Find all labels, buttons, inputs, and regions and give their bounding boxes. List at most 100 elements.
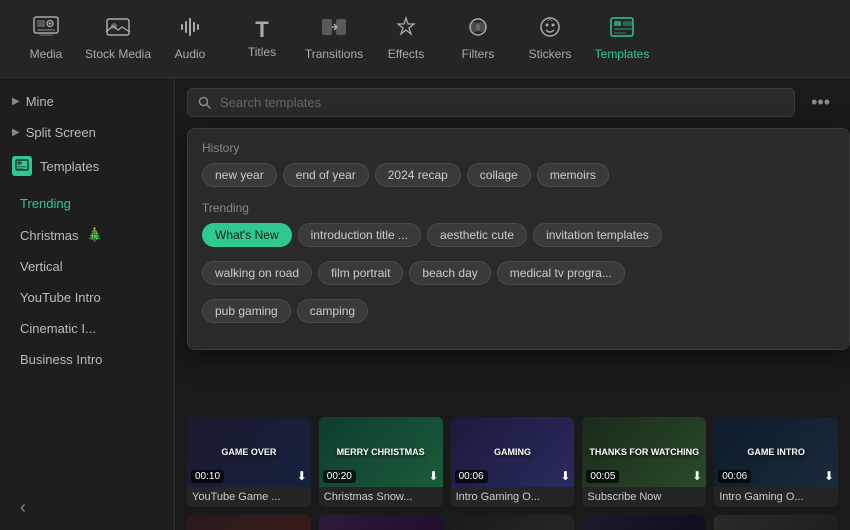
- tag-introduction[interactable]: introduction title ...: [298, 223, 421, 247]
- trending-tags-row-2: walking on road film portrait beach day …: [202, 261, 835, 285]
- tag-invitation-templates[interactable]: invitation templates: [533, 223, 662, 247]
- nav-effects-label: Effects: [388, 47, 424, 61]
- tag-aesthetic-cute[interactable]: aesthetic cute: [427, 223, 527, 247]
- nav-stickers[interactable]: Stickers: [514, 3, 586, 75]
- search-bar: [187, 88, 795, 117]
- split-screen-chevron-icon: ▶: [12, 127, 20, 138]
- stickers-icon: [538, 16, 562, 43]
- download-icon[interactable]: ⬇: [429, 469, 439, 483]
- effects-icon: [394, 16, 418, 43]
- tag-film-portrait[interactable]: film portrait: [318, 261, 403, 285]
- more-options-button[interactable]: •••: [803, 88, 838, 117]
- nav-media[interactable]: Media: [10, 3, 82, 75]
- collapse-sidebar-button[interactable]: ‹: [12, 493, 34, 522]
- nav-titles[interactable]: T Titles: [226, 3, 298, 75]
- nav-effects[interactable]: Effects: [370, 3, 442, 75]
- grid-item-10[interactable]: 00:05 ⬇ Modern Logo R...: [714, 515, 838, 530]
- nav-stock-media[interactable]: Stock Media: [82, 3, 154, 75]
- templates-icon: [609, 16, 635, 43]
- nav-audio[interactable]: Audio: [154, 3, 226, 75]
- audio-icon: [179, 16, 201, 43]
- templates-sidebar-icon: [12, 156, 32, 176]
- thumb-text: MERRY CHRISTMAS: [325, 447, 436, 457]
- tag-new-year[interactable]: new year: [202, 163, 277, 187]
- search-icon: [198, 96, 212, 110]
- content-area: ••• History new year end of year 2024 re…: [175, 78, 850, 530]
- vertical-label: Vertical: [20, 259, 63, 274]
- nav-media-label: Media: [30, 47, 63, 61]
- thumb-duration: 00:20: [323, 470, 356, 483]
- grid-item-5[interactable]: GAME INTRO 00:06 ⬇ Intro Gaming O...: [714, 417, 838, 507]
- nav-stickers-label: Stickers: [529, 47, 572, 61]
- thumb-text: THANKS FOR WATCHING: [589, 447, 700, 457]
- download-icon[interactable]: ⬇: [560, 469, 570, 483]
- sidebar-templates-header[interactable]: Templates: [0, 148, 174, 184]
- sidebar-mine-label: Mine: [26, 94, 54, 109]
- download-icon[interactable]: ⬇: [824, 469, 834, 483]
- titles-icon: T: [255, 19, 268, 41]
- grid-item-1[interactable]: GAME OVER 00:10 ⬇ YouTube Game ...: [187, 417, 311, 507]
- sidebar-item-vertical[interactable]: Vertical: [0, 251, 174, 282]
- grid-item-4[interactable]: THANKS FOR WATCHING 00:05 ⬇ Subscribe No…: [582, 417, 706, 507]
- grid-item-3[interactable]: GAMING 00:06 ⬇ Intro Gaming O...: [451, 417, 575, 507]
- sidebar-item-cinematic[interactable]: Cinematic I...: [0, 313, 174, 344]
- christmas-label: Christmas: [20, 228, 79, 243]
- history-tags-row: new year end of year 2024 recap collage …: [202, 163, 835, 187]
- thumb-duration: 00:06: [718, 470, 751, 483]
- thumb-text: GAMING: [457, 447, 568, 457]
- nav-templates[interactable]: Templates: [586, 3, 658, 75]
- grid-label: Subscribe Now: [582, 487, 706, 507]
- sidebar-nav: Trending Christmas 🎄 Vertical YouTube In…: [0, 184, 174, 379]
- thumb-text: GAME INTRO: [720, 447, 831, 457]
- nav-transitions[interactable]: Transitions: [298, 3, 370, 75]
- grid-item-7[interactable]: MERRY CHRISTMAS 00:06 ⬇ Christmas Intro …: [319, 515, 443, 530]
- grid-label: Intro Gaming O...: [451, 487, 575, 507]
- sidebar-item-christmas[interactable]: Christmas 🎄: [0, 219, 174, 251]
- grid-item-6[interactable]: LOGO 00:05 ⬇ Modern Logo R...: [187, 515, 311, 530]
- stock-media-icon: [105, 16, 131, 43]
- tag-walking-on-road[interactable]: walking on road: [202, 261, 312, 285]
- grid-item-8[interactable]: 00:06 ⬇ Clean Logo: [451, 515, 575, 530]
- tag-2024-recap[interactable]: 2024 recap: [375, 163, 461, 187]
- download-icon[interactable]: ⬇: [297, 469, 307, 483]
- nav-filters[interactable]: Filters: [442, 3, 514, 75]
- mine-chevron-icon: ▶: [12, 96, 20, 107]
- download-icon[interactable]: ⬇: [692, 469, 702, 483]
- nav-filters-label: Filters: [462, 47, 495, 61]
- sidebar: ▶ Mine ▶ Split Screen Templates Trending: [0, 78, 175, 530]
- history-section-title: History: [202, 141, 835, 155]
- sidebar-mine[interactable]: ▶ Mine: [0, 86, 174, 117]
- templates-grid-container: GAME OVER 00:10 ⬇ YouTube Game ... MERRY…: [175, 407, 850, 530]
- search-input[interactable]: [220, 95, 784, 110]
- trending-tags-row-3: pub gaming camping: [202, 299, 835, 323]
- thumb-duration: 00:05: [586, 470, 619, 483]
- transitions-icon: [321, 16, 347, 43]
- search-container: •••: [175, 78, 850, 117]
- tag-end-of-year[interactable]: end of year: [283, 163, 369, 187]
- trending-tags-row-1: What's New introduction title ... aesthe…: [202, 223, 835, 247]
- tag-medical-tv[interactable]: medical tv progra...: [497, 261, 625, 285]
- nav-titles-label: Titles: [248, 45, 276, 59]
- tag-pub-gaming[interactable]: pub gaming: [202, 299, 291, 323]
- media-icon: [33, 16, 59, 43]
- trending-section-title: Trending: [202, 201, 835, 215]
- nav-templates-label: Templates: [595, 47, 650, 61]
- tag-beach-day[interactable]: beach day: [409, 261, 490, 285]
- grid-item-9[interactable]: 00:05 ⬇ Glitch Logo Rev...: [582, 515, 706, 530]
- grid-item-2[interactable]: MERRY CHRISTMAS 00:20 ⬇ Christmas Snow..…: [319, 417, 443, 507]
- filters-icon: [466, 16, 490, 43]
- sidebar-split-screen[interactable]: ▶ Split Screen: [0, 117, 174, 148]
- sidebar-item-trending[interactable]: Trending: [0, 188, 174, 219]
- main-layout: ▶ Mine ▶ Split Screen Templates Trending: [0, 78, 850, 530]
- tag-whats-new[interactable]: What's New: [202, 223, 292, 247]
- nav-audio-label: Audio: [175, 47, 206, 61]
- tag-collage[interactable]: collage: [467, 163, 531, 187]
- grid-label: Intro Gaming O...: [714, 487, 838, 507]
- sidebar-item-business-intro[interactable]: Business Intro: [0, 344, 174, 375]
- tag-camping[interactable]: camping: [297, 299, 368, 323]
- thumb-duration: 00:06: [455, 470, 488, 483]
- cinematic-label: Cinematic I...: [20, 321, 96, 336]
- sidebar-item-youtube-intro[interactable]: YouTube Intro: [0, 282, 174, 313]
- grid-label: Christmas Snow...: [319, 487, 443, 507]
- tag-memoirs[interactable]: memoirs: [537, 163, 609, 187]
